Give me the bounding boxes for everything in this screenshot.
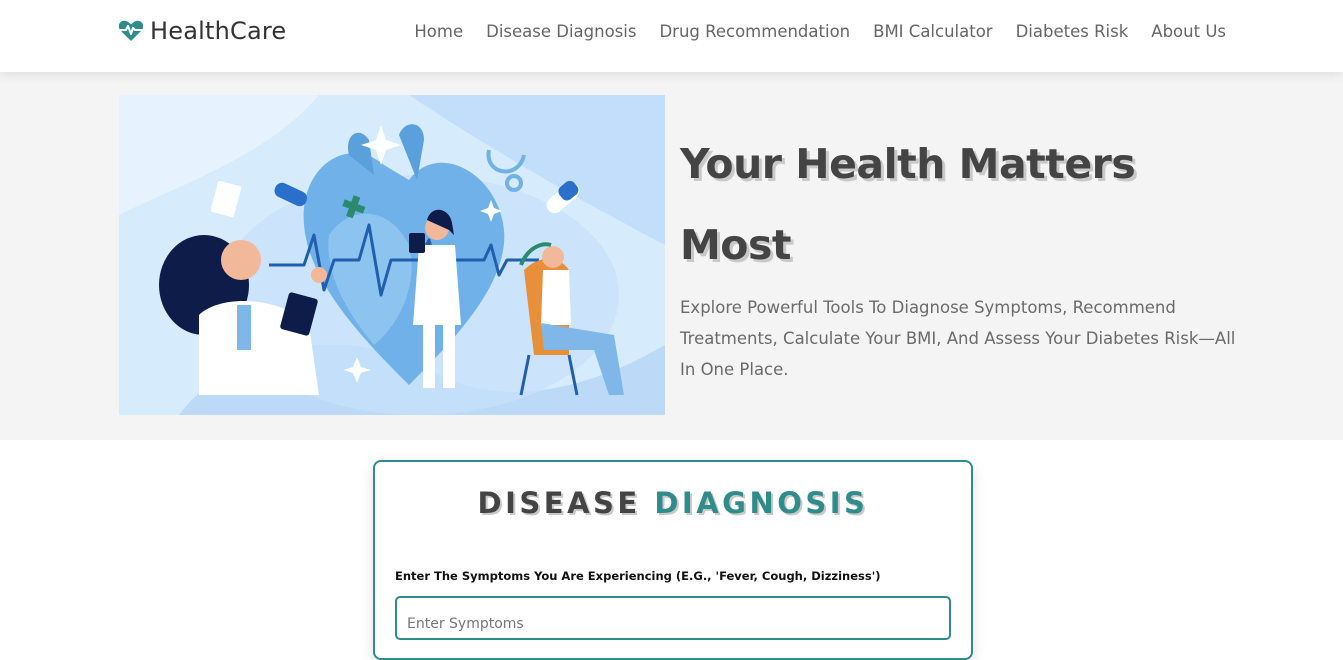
hero-title: Your Health Matters Most [680, 140, 1136, 269]
doctors-heart-illustration [119, 95, 665, 415]
brand-name: HealthCare [150, 17, 287, 45]
diagnosis-title-part2: DIAGNOSIS [654, 486, 869, 520]
nav-bmi-calculator[interactable]: BMI Calculator [873, 22, 992, 41]
nav-home[interactable]: Home [414, 22, 463, 41]
symptoms-input[interactable] [395, 596, 951, 640]
symptoms-label: Enter The Symptoms You Are Experiencing … [395, 569, 881, 583]
nav-disease-diagnosis[interactable]: Disease Diagnosis [486, 22, 636, 41]
hero-description: Explore Powerful Tools To Diagnose Sympt… [680, 298, 1236, 379]
brand-logo[interactable]: HealthCare [118, 17, 286, 45]
diagnosis-title-part1: DISEASE [477, 486, 641, 520]
navbar: HealthCare Home Disease Diagnosis Drug R… [0, 0, 1343, 72]
nav-diabetes-risk[interactable]: Diabetes Risk [1016, 22, 1129, 41]
nav-about-us[interactable]: About Us [1151, 22, 1226, 41]
hero-section: Your Health Matters Most Explore Powerfu… [0, 72, 1343, 440]
nav-drug-recommendation[interactable]: Drug Recommendation [659, 22, 850, 41]
diagnosis-title: DISEASE DIAGNOSIS [375, 486, 971, 520]
heart-pulse-icon [118, 19, 144, 43]
nav-links: Home Disease Diagnosis Drug Recommendati… [414, 22, 1226, 41]
disease-diagnosis-card: DISEASE DIAGNOSIS Enter The Symptoms You… [373, 460, 973, 660]
